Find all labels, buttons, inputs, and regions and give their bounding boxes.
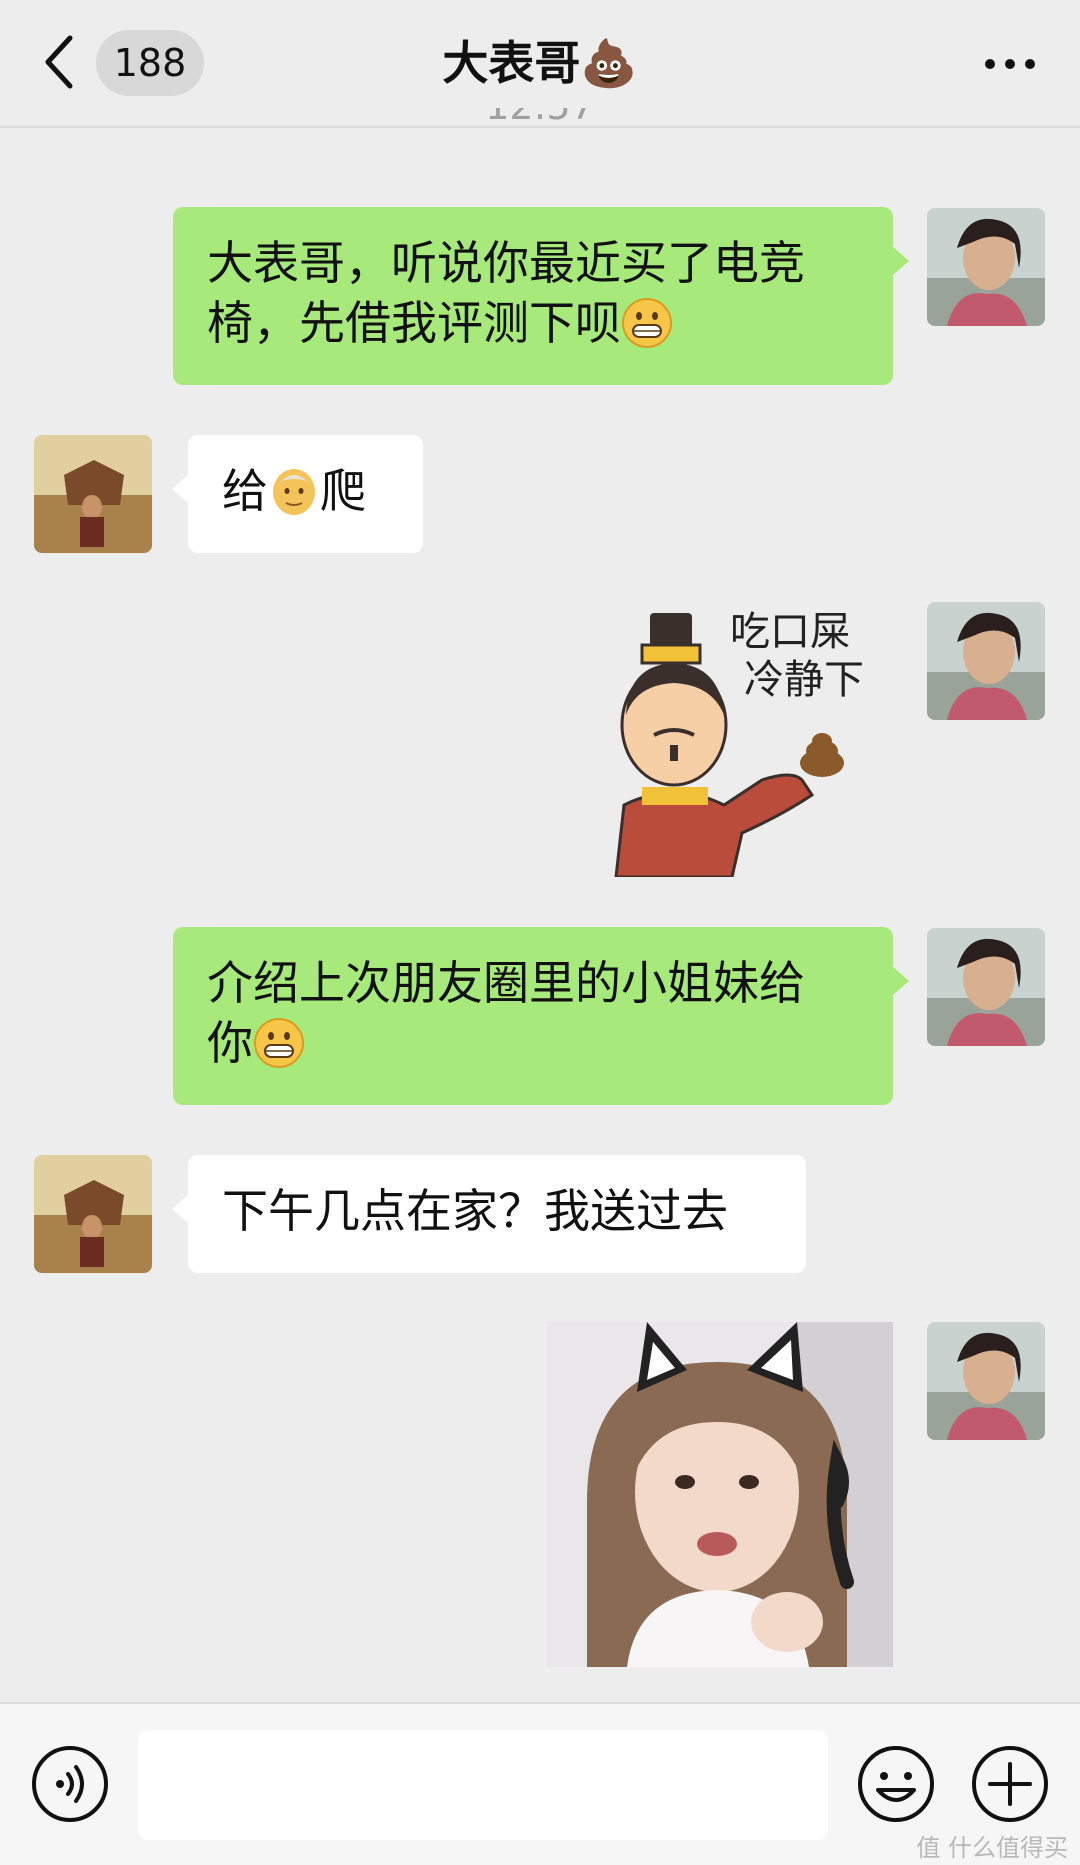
message-text: 给 xyxy=(222,464,268,518)
sticker-caption-1: 吃口屎 xyxy=(730,609,850,655)
message-text: 下午几点在家？我送过去 xyxy=(222,1184,728,1238)
message-text-line2: 椅，先借我评测下呗 xyxy=(207,293,859,353)
message-text-line2: 你 xyxy=(207,1013,859,1073)
avatar-contact[interactable] xyxy=(34,1155,152,1273)
more-dots-icon[interactable] xyxy=(980,44,1040,84)
avatar-me[interactable] xyxy=(927,208,1045,326)
message-text: 大表哥，听说你最近买了电竞 xyxy=(207,236,805,290)
message-bubble-incoming[interactable]: 下午几点在家？我送过去 xyxy=(172,1155,806,1273)
voice-icon[interactable] xyxy=(30,1744,110,1824)
grin-emoji-icon xyxy=(622,298,672,348)
message-text-after: 爬 xyxy=(320,464,366,518)
chat-title: 大表哥💩 xyxy=(0,28,1080,98)
avatar-me[interactable] xyxy=(927,1322,1045,1440)
watermark: 值 什么值得买 xyxy=(916,1834,1068,1862)
message-text-input[interactable] xyxy=(138,1730,828,1840)
sticker-caption-2: 冷静下 xyxy=(744,657,864,703)
old-man-emoji-icon xyxy=(273,469,315,515)
message-bubble-outgoing[interactable]: 介绍上次朋友圈里的小姐妹给 你 xyxy=(173,927,909,1105)
plus-icon[interactable] xyxy=(970,1744,1050,1824)
grin-emoji-icon xyxy=(254,1018,304,1068)
avatar-me[interactable] xyxy=(927,602,1045,720)
poop-emoji-icon: 💩 xyxy=(580,36,638,90)
image-message[interactable] xyxy=(547,1322,893,1667)
message-text: 介绍上次朋友圈里的小姐妹给 xyxy=(207,956,805,1010)
contact-name: 大表哥 xyxy=(442,36,581,90)
message-timestamp: 12:57 xyxy=(0,108,1080,148)
emoji-icon[interactable] xyxy=(856,1744,936,1824)
avatar-me[interactable] xyxy=(927,928,1045,1046)
message-bubble-outgoing[interactable]: 大表哥，听说你最近买了电竞 椅，先借我评测下呗 xyxy=(173,207,909,385)
sticker-message[interactable]: 吃口屎 冷静下 xyxy=(612,605,902,879)
avatar-contact[interactable] xyxy=(34,435,152,553)
message-bubble-incoming[interactable]: 给爬 xyxy=(172,435,423,553)
